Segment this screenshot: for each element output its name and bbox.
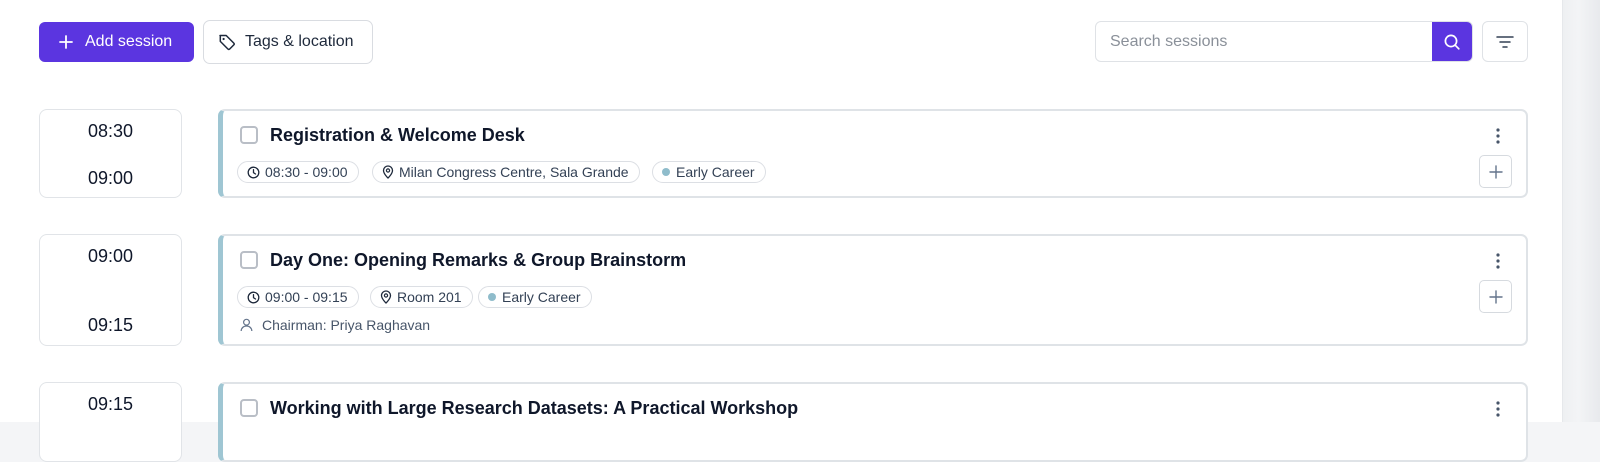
session-title: Day One: Opening Remarks & Group Brainst… bbox=[270, 250, 687, 270]
plus-icon bbox=[1488, 164, 1503, 179]
clock-icon bbox=[247, 291, 260, 303]
tag-chip: Early Career bbox=[652, 161, 766, 183]
time-slot: 08:30 09:00 bbox=[39, 109, 182, 198]
session-title: Working with Large Research Datasets: A … bbox=[270, 398, 799, 418]
chairman-line: Chairman: Priya Raghavan bbox=[240, 317, 430, 333]
tag-icon bbox=[219, 34, 235, 51]
session-checkbox[interactable] bbox=[240, 251, 258, 269]
search-button[interactable] bbox=[1432, 22, 1472, 61]
location-text: Room 201 bbox=[397, 289, 462, 305]
more-options-icon[interactable] bbox=[1495, 128, 1501, 144]
session-card[interactable]: Day One: Opening Remarks & Group Brainst… bbox=[218, 234, 1528, 346]
time-range-chip: 08:30 - 09:00 bbox=[237, 161, 359, 183]
session-card[interactable]: Working with Large Research Datasets: A … bbox=[218, 382, 1528, 462]
add-session-button[interactable]: Add session bbox=[39, 22, 194, 62]
clock-icon bbox=[247, 166, 260, 178]
user-icon bbox=[240, 318, 253, 332]
start-time: 09:00 bbox=[87, 246, 134, 266]
tag-text: Early Career bbox=[676, 164, 755, 180]
tag-dot-icon bbox=[488, 293, 496, 301]
side-panel-edge bbox=[1562, 0, 1600, 422]
time-slot: 09:00 09:15 bbox=[39, 234, 182, 346]
start-time: 08:30 bbox=[87, 121, 134, 141]
session-card[interactable]: Registration & Welcome Desk 08:30 - 09:0… bbox=[218, 109, 1528, 198]
location-chip: Room 201 bbox=[370, 286, 473, 308]
start-time: 09:15 bbox=[87, 394, 134, 414]
map-pin-icon bbox=[380, 290, 392, 304]
search-icon bbox=[1444, 34, 1460, 50]
time-range-chip: 09:00 - 09:15 bbox=[237, 286, 359, 308]
add-session-label: Add session bbox=[85, 33, 173, 50]
tag-text: Early Career bbox=[502, 289, 581, 305]
location-text: Milan Congress Centre, Sala Grande bbox=[399, 164, 629, 180]
tags-location-button[interactable]: Tags & location bbox=[203, 20, 373, 64]
end-time: 09:15 bbox=[87, 315, 134, 335]
tag-dot-icon bbox=[662, 168, 670, 176]
schedule-panel: Add session Tags & location 08:30 09:00 … bbox=[0, 0, 1562, 462]
search-box bbox=[1095, 21, 1473, 62]
time-slot: 09:15 bbox=[39, 382, 182, 462]
tags-location-label: Tags & location bbox=[245, 33, 354, 50]
session-checkbox[interactable] bbox=[240, 399, 258, 417]
search-input[interactable] bbox=[1096, 22, 1432, 61]
end-time: 09:00 bbox=[87, 168, 134, 188]
chairman-text: Chairman: Priya Raghavan bbox=[262, 317, 431, 333]
time-range-text: 09:00 - 09:15 bbox=[265, 289, 348, 305]
time-range-text: 08:30 - 09:00 bbox=[265, 164, 348, 180]
more-options-icon[interactable] bbox=[1495, 253, 1501, 269]
plus-icon bbox=[59, 35, 73, 49]
location-chip: Milan Congress Centre, Sala Grande bbox=[372, 161, 640, 183]
session-title: Registration & Welcome Desk bbox=[270, 125, 525, 145]
filter-button[interactable] bbox=[1482, 21, 1528, 62]
tag-chip: Early Career bbox=[478, 286, 592, 308]
plus-icon bbox=[1488, 289, 1503, 304]
add-to-session-button[interactable] bbox=[1479, 280, 1512, 313]
more-options-icon[interactable] bbox=[1495, 401, 1501, 417]
map-pin-icon bbox=[382, 165, 394, 179]
filter-icon bbox=[1496, 35, 1514, 48]
session-checkbox[interactable] bbox=[240, 126, 258, 144]
add-to-session-button[interactable] bbox=[1479, 155, 1512, 188]
